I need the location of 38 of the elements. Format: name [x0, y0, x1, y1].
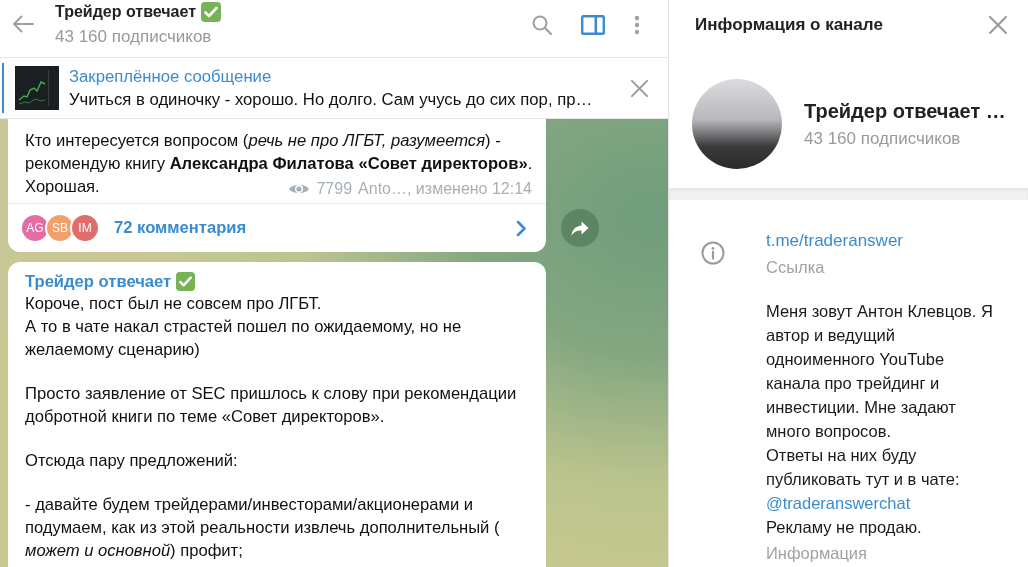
message-signature: Anto…, изменено 12:14	[358, 179, 532, 199]
chat-title: Трейдер отвечает	[55, 2, 196, 22]
info-icon	[701, 241, 725, 265]
message-text: Просто заявление от SEC пришлось к слову при рекомендации добротной книги по теме «Совет директоров».	[25, 383, 518, 428]
back-arrow-icon[interactable]	[12, 15, 34, 33]
pinned-title: Закреплённое сообщение	[69, 66, 272, 87]
eye-icon	[288, 182, 311, 196]
panel-title: Информация о канале	[695, 15, 883, 35]
chart-thumbnail[interactable]	[15, 66, 59, 110]
message-text: Короче, пост был не совсем про ЛГБТ.	[25, 293, 323, 315]
comments-count[interactable]: 72 комментария	[114, 218, 516, 238]
subscriber-count: 43 160 подписчиков	[55, 27, 212, 47]
message-text: А то в чате накал страстей пошел по ожидаемому, но не желаемому сценарию)	[25, 316, 463, 361]
comments-link[interactable]: AG SB IM 72 комментария	[8, 203, 546, 252]
link-label: Ссылка	[766, 257, 825, 278]
more-options-icon[interactable]	[634, 15, 640, 35]
message-text: Кто интересуется вопросом (речь не про ЛГБТ, разумеется) - рекомендую книгу Александра Филатова «Совет директоров».	[25, 130, 534, 175]
view-count: 7799	[316, 179, 353, 199]
channel-link[interactable]: t.me/traderanswer	[766, 229, 903, 253]
chevron-right-icon[interactable]	[516, 219, 526, 237]
sender-name[interactable]: Трейдер отвечает	[25, 269, 172, 293]
sidebar-panel-icon[interactable]	[581, 15, 605, 35]
message-text: Хорошая.	[25, 177, 100, 196]
message-text: - давайте будем трейдерами/инвесторами/акционерами и подумаем, как из этой реальности извлечь дополнительный ( может и основной) профит;	[25, 494, 501, 562]
mention-link[interactable]: @traderanswerchat	[766, 494, 911, 512]
close-icon[interactable]	[989, 16, 1007, 34]
subscriber-count: 43 160 подписчиков	[804, 129, 961, 149]
forward-arrow-icon	[571, 220, 589, 236]
channel-description: Меня зовут Антон Клевцов. Я автор и ведущий одноименного YouTube канала про трейдинг и инвестиции. Мне задают много вопросов. Ответы на них буду публиковать тут и в чате: @traderanswerchat Рекламу не продаю.	[766, 301, 994, 538]
message-text: Отсюда пару предложений:	[25, 450, 239, 472]
channel-name: Трейдер отвечает …	[804, 99, 1006, 123]
commenter-avatar: IM	[70, 213, 100, 243]
accent-bar	[2, 63, 4, 113]
close-icon[interactable]	[631, 79, 648, 97]
description-label: Информация	[766, 543, 868, 564]
share-button[interactable]	[561, 209, 599, 247]
search-icon[interactable]	[532, 15, 552, 35]
pinned-preview[interactable]: Учиться в одиночку - хорошо. Но долго. Сам учусь до сих пор, пр…	[69, 89, 593, 110]
